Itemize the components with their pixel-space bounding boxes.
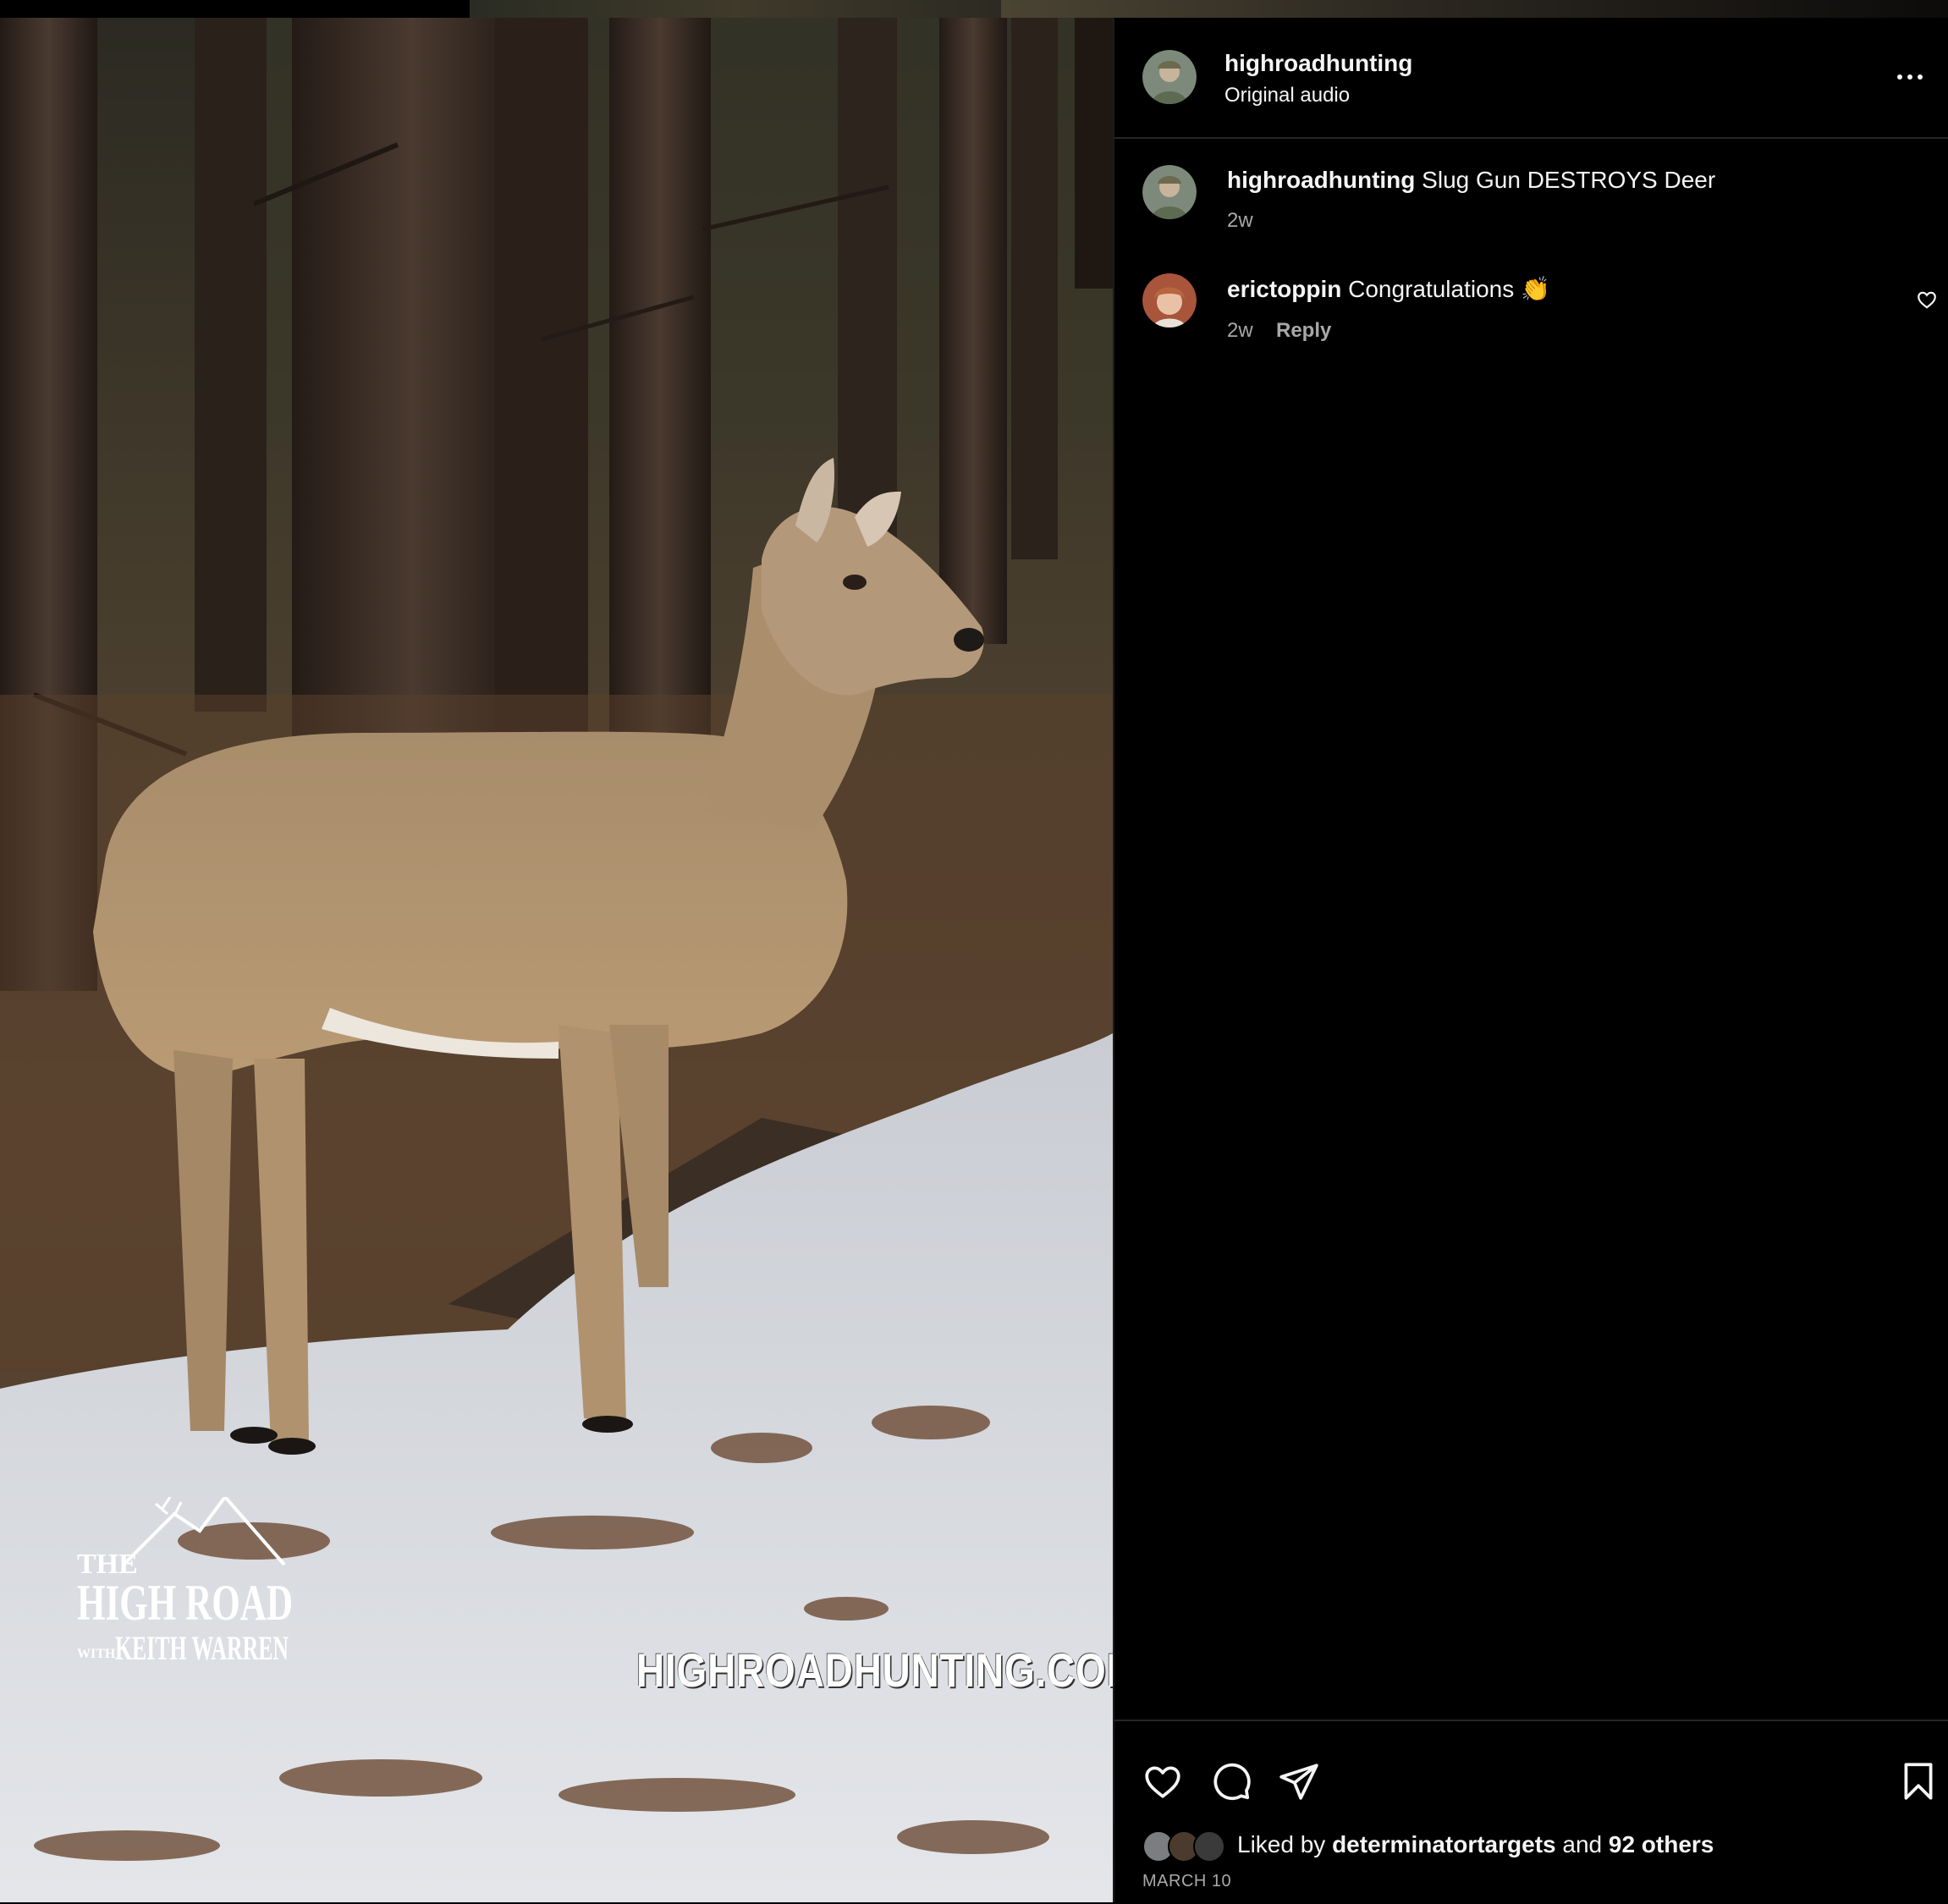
post-date[interactable]: MARCH 10 <box>1142 1872 1231 1891</box>
post-header: highroadhunting Original audio <box>1114 18 1948 139</box>
author-username[interactable]: highroadhunting <box>1224 50 1412 77</box>
audio-label[interactable]: Original audio <box>1224 84 1350 107</box>
more-options-icon[interactable] <box>1893 67 1927 87</box>
likes-joiner: and <box>1562 1831 1603 1857</box>
small-heart-icon[interactable] <box>1916 289 1938 311</box>
likes-summary: Liked by determinatortargets and 92 othe… <box>1142 1828 1714 1863</box>
brand-logo: THE HIGH ROAD WITH KEITH WARREN <box>73 1497 301 1683</box>
logo-line2: HIGH ROAD <box>77 1575 293 1631</box>
website-watermark: HIGHROADHUNTING.COM <box>636 1643 1113 1697</box>
likes-prefix: Liked by <box>1237 1831 1326 1857</box>
author-avatar[interactable] <box>1142 50 1197 104</box>
post-media[interactable]: THE HIGH ROAD WITH KEITH WARREN HIGHROAD… <box>0 18 1113 1902</box>
likes-text: Liked by determinatortargets and 92 othe… <box>1237 1831 1714 1858</box>
logo-line3: KEITH WARREN <box>115 1629 289 1667</box>
caption-author-avatar[interactable] <box>1142 165 1197 219</box>
caption: highroadhunting Slug Gun DESTROYS Deer <box>1227 167 1715 194</box>
likes-others[interactable]: 92 others <box>1609 1831 1714 1857</box>
reply-button[interactable]: Reply <box>1276 319 1331 343</box>
caption-text: Slug Gun DESTROYS Deer <box>1422 167 1716 193</box>
comment-username[interactable]: erictoppin <box>1227 276 1341 302</box>
share-icon[interactable] <box>1278 1760 1320 1802</box>
top-strip-segment <box>470 0 1001 18</box>
comment-timestamp[interactable]: 2w <box>1227 319 1253 343</box>
heart-icon[interactable] <box>1142 1760 1184 1802</box>
comment: erictoppin Congratulations 👏 <box>1227 275 1550 303</box>
logo-line3-prefix: WITH <box>77 1647 116 1661</box>
bookmark-icon[interactable] <box>1897 1760 1940 1802</box>
top-strip <box>0 0 1948 18</box>
post-side-panel: highroadhunting Original audio highroadh… <box>1113 18 1948 1902</box>
top-strip-segment <box>1001 0 1948 18</box>
liker-avatars[interactable] <box>1142 1828 1234 1863</box>
caption-timestamp[interactable]: 2w <box>1227 209 1253 233</box>
liker-avatar <box>1193 1830 1225 1863</box>
likes-user[interactable]: determinatortargets <box>1332 1831 1556 1857</box>
comment-icon[interactable] <box>1210 1760 1252 1802</box>
comment-text: Congratulations 👏 <box>1348 276 1550 302</box>
commenter-avatar[interactable] <box>1142 273 1197 327</box>
caption-username[interactable]: highroadhunting <box>1227 167 1415 193</box>
actions-bar: Liked by determinatortargets and 92 othe… <box>1114 1720 1948 1904</box>
